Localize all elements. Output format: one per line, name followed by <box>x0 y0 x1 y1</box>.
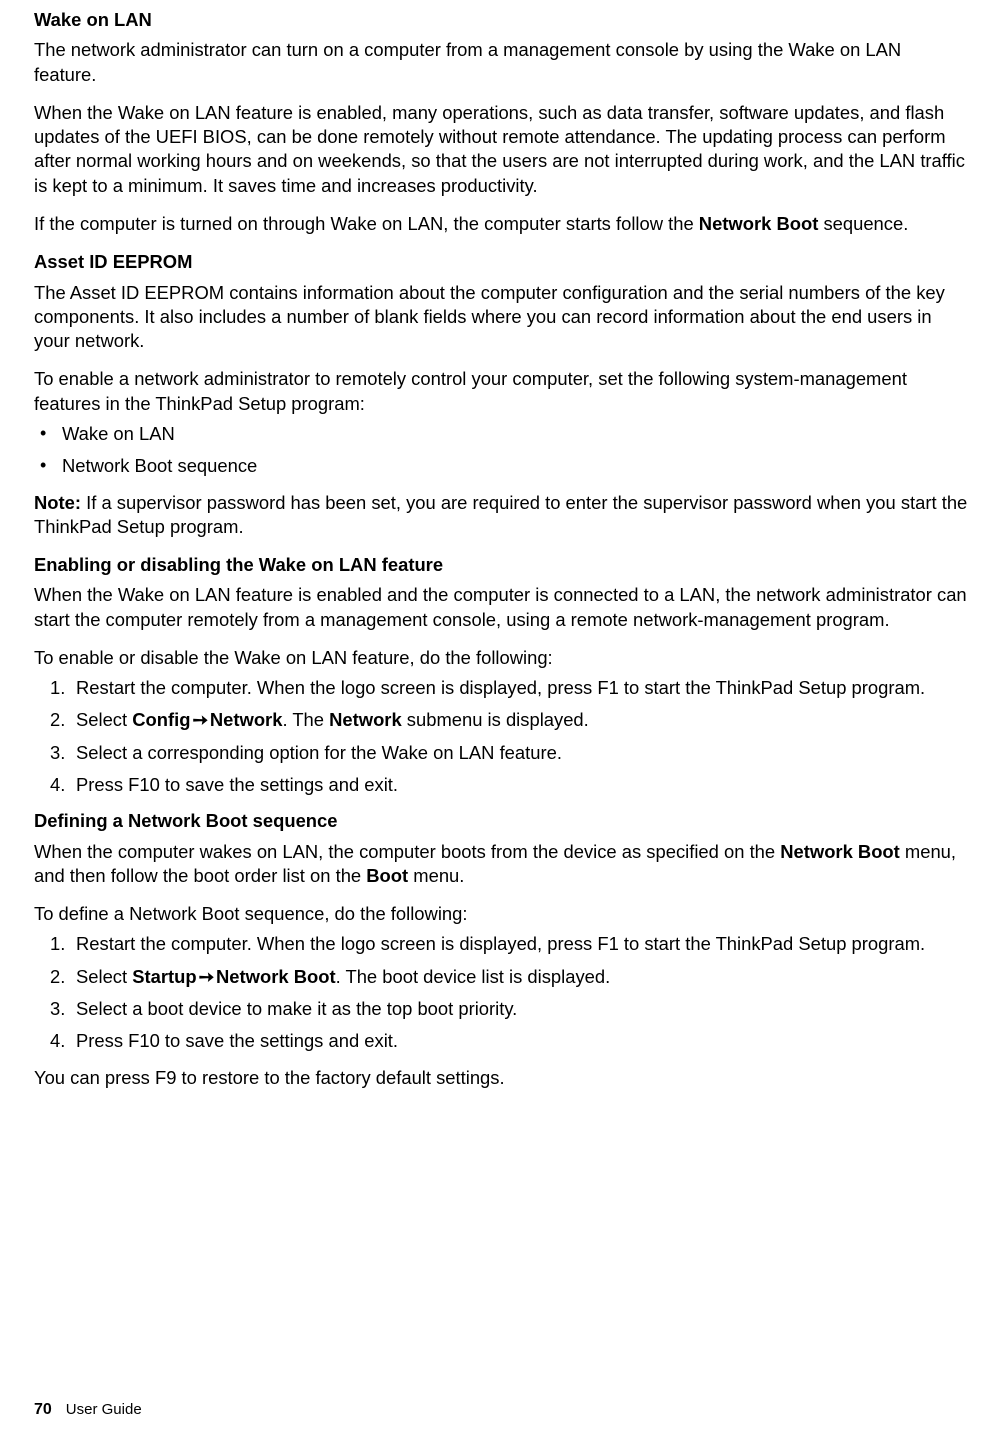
bullet-list-features: Wake on LAN Network Boot sequence <box>40 422 968 479</box>
para-asset-2: To enable a network administrator to rem… <box>34 367 968 416</box>
para-enable-2: To enable or disable the Wake on LAN fea… <box>34 646 968 670</box>
note-body: If a supervisor password has been set, y… <box>34 492 967 537</box>
list-item: Select Startup ➙ Network Boot. The boot … <box>50 965 968 989</box>
p1d: Boot <box>366 865 408 886</box>
step2a: Select <box>76 966 132 987</box>
heading-enable-wol: Enabling or disabling the Wake on LAN fe… <box>34 553 968 577</box>
para-wol-3c: sequence. <box>818 213 908 234</box>
numbered-list-enable: Restart the computer. When the logo scre… <box>50 676 968 797</box>
para-wol-2: When the Wake on LAN feature is enabled,… <box>34 101 968 198</box>
numbered-list-boot: Restart the computer. When the logo scre… <box>50 932 968 1053</box>
step2b: Startup <box>132 966 196 987</box>
para-boot-1: When the computer wakes on LAN, the comp… <box>34 840 968 889</box>
list-item: Network Boot sequence <box>40 454 968 478</box>
list-item: Wake on LAN <box>40 422 968 446</box>
para-wol-3b: Network Boot <box>699 213 819 234</box>
para-boot-2: To define a Network Boot sequence, do th… <box>34 902 968 926</box>
step2e: Network <box>329 709 402 730</box>
para-wol-3a: If the computer is turned on through Wak… <box>34 213 699 234</box>
list-item: Press F10 to save the settings and exit. <box>50 773 968 797</box>
p1b: Network Boot <box>780 841 900 862</box>
list-item: Restart the computer. When the logo scre… <box>50 676 968 700</box>
step2a: Select <box>76 709 132 730</box>
heading-asset-id: Asset ID EEPROM <box>34 250 968 274</box>
list-item: Select Config ➙ Network. The Network sub… <box>50 708 968 732</box>
para-wol-3: If the computer is turned on through Wak… <box>34 212 968 236</box>
para-wol-1: The network administrator can turn on a … <box>34 38 968 87</box>
arrow-right-icon: ➙ <box>190 708 209 732</box>
p1e: menu. <box>408 865 464 886</box>
para-note: Note: If a supervisor password has been … <box>34 491 968 540</box>
step2d: . The boot device list is displayed. <box>336 966 611 987</box>
heading-wake-on-lan: Wake on LAN <box>34 8 968 32</box>
heading-define-boot: Defining a Network Boot sequence <box>34 809 968 833</box>
step2c: Network <box>210 709 283 730</box>
para-boot-3: You can press F9 to restore to the facto… <box>34 1066 968 1090</box>
para-asset-1: The Asset ID EEPROM contains information… <box>34 281 968 354</box>
note-label: Note: <box>34 492 86 513</box>
step2d: . The <box>282 709 329 730</box>
arrow-right-icon: ➙ <box>197 965 216 989</box>
list-item: Select a boot device to make it as the t… <box>50 997 968 1021</box>
para-enable-1: When the Wake on LAN feature is enabled … <box>34 583 968 632</box>
list-item: Select a corresponding option for the Wa… <box>50 741 968 765</box>
page-number: 70 <box>34 1401 52 1418</box>
p1a: When the computer wakes on LAN, the comp… <box>34 841 780 862</box>
list-item: Press F10 to save the settings and exit. <box>50 1029 968 1053</box>
step2f: submenu is displayed. <box>402 709 589 730</box>
step2c: Network Boot <box>216 966 336 987</box>
doc-title: User Guide <box>66 1401 142 1418</box>
list-item: Restart the computer. When the logo scre… <box>50 932 968 956</box>
step2b: Config <box>132 709 190 730</box>
page-footer: 70 User Guide <box>34 1399 142 1420</box>
